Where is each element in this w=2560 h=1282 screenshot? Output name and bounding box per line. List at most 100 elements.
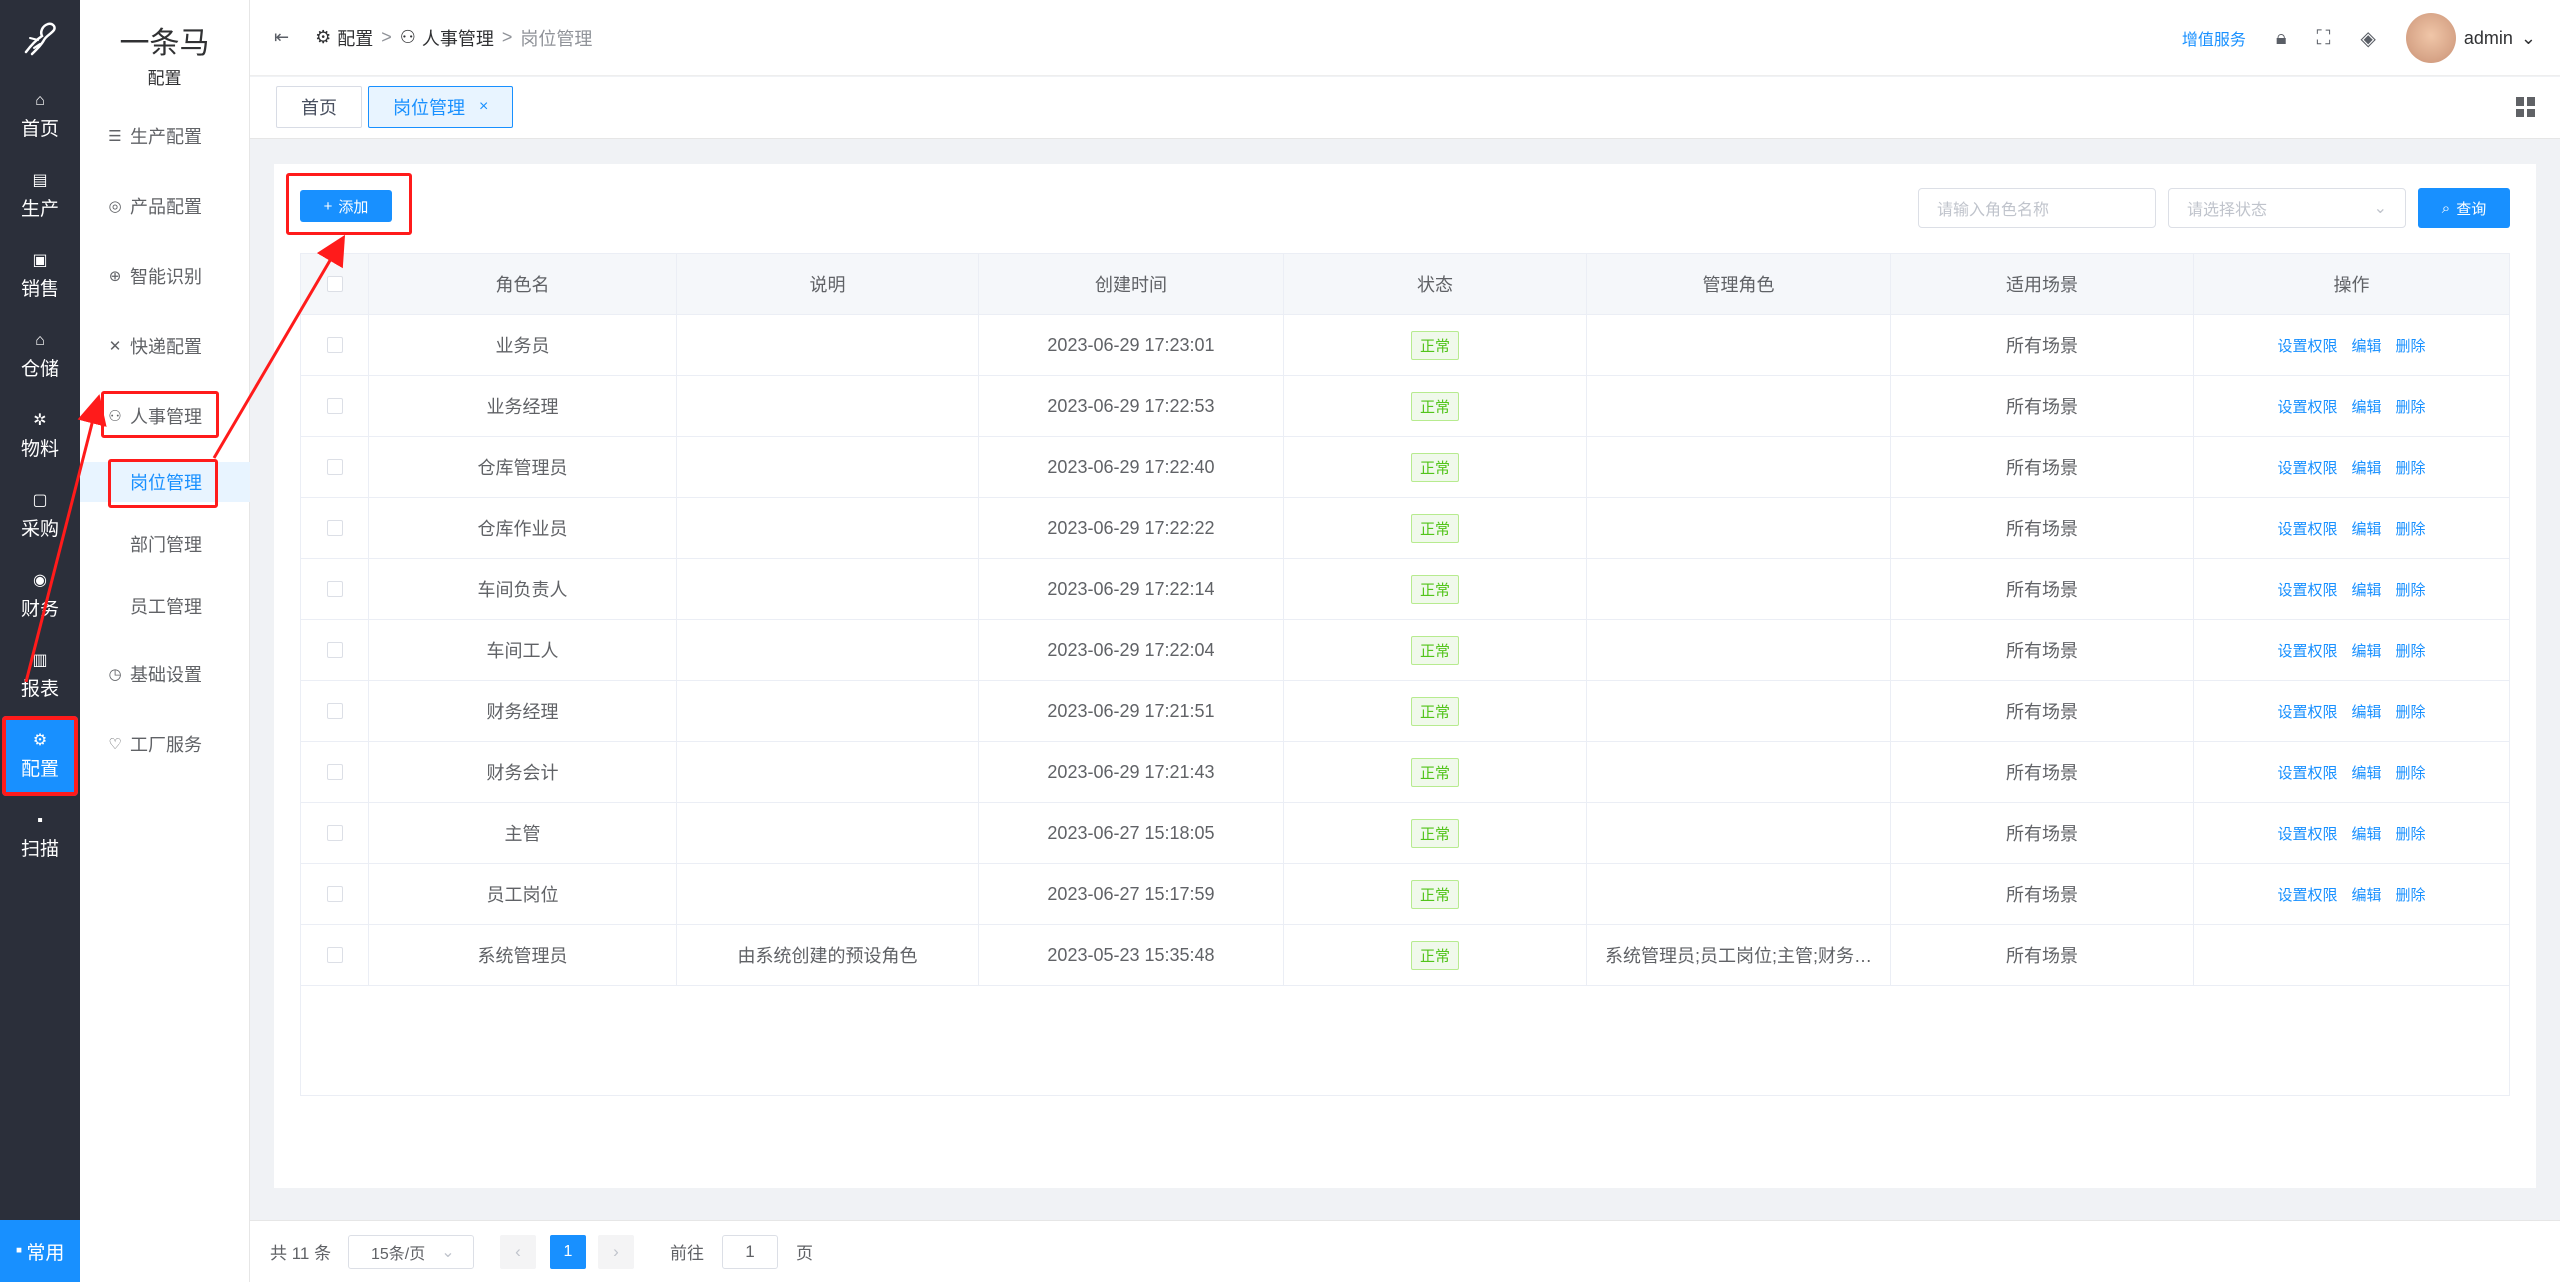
page-number-current[interactable]: 1 — [550, 1234, 586, 1269]
prev-page-button[interactable]: ‹ — [500, 1234, 536, 1269]
delete-link[interactable]: 删除 — [2396, 518, 2426, 539]
role-name-input[interactable]: 请输入角色名称 — [1918, 188, 2156, 228]
add-button[interactable]: + 添加 — [300, 190, 392, 222]
table-row[interactable]: 业务经理 2023-06-29 17:22:53 正常 所有场景 设置权限 编辑 删除 — [301, 376, 2509, 437]
row-checkbox[interactable] — [326, 337, 343, 353]
menu-child-position[interactable]: 岗位管理 — [80, 462, 250, 502]
table-row[interactable]: 仓库管理员 2023-06-29 17:22:40 正常 所有场景 设置权限 编辑 删除 — [301, 437, 2509, 498]
edit-link[interactable]: 编辑 — [2351, 396, 2381, 417]
menu-item-product-config[interactable]: ◎ 产品配置 — [80, 186, 250, 226]
edit-link[interactable]: 编辑 — [2351, 457, 2381, 478]
row-checkbox[interactable] — [326, 581, 343, 597]
set-permission-link[interactable]: 设置权限 — [2277, 823, 2337, 844]
menu-item-basic-settings[interactable]: ◷ 基础设置 — [80, 654, 250, 694]
set-permission-link[interactable]: 设置权限 — [2277, 457, 2337, 478]
set-permission-link[interactable]: 设置权限 — [2277, 335, 2337, 356]
rail-item-finance[interactable]: ◉ 财务 — [0, 556, 80, 636]
table-row[interactable]: 主管 2023-06-27 15:18:05 正常 所有场景 设置权限 编辑 删除 — [301, 803, 2509, 864]
table-row[interactable]: 仓库作业员 2023-06-29 17:22:22 正常 所有场景 设置权限 编辑 删除 — [301, 498, 2509, 559]
value-added-service-link[interactable]: 增值服务 — [2182, 26, 2246, 50]
edit-link[interactable]: 编辑 — [2351, 640, 2381, 661]
row-checkbox[interactable] — [326, 947, 343, 963]
set-permission-link[interactable]: 设置权限 — [2277, 518, 2337, 539]
rail-item-scan[interactable]: ▪ 扫描 — [0, 796, 80, 876]
delete-link[interactable]: 删除 — [2396, 396, 2426, 417]
set-permission-link[interactable]: 设置权限 — [2277, 640, 2337, 661]
edit-link[interactable]: 编辑 — [2351, 884, 2381, 905]
row-checkbox[interactable] — [326, 459, 343, 475]
cell-status: 正常 — [1284, 803, 1587, 863]
app-logo[interactable] — [0, 0, 80, 76]
rail-item-purchase[interactable]: ▢ 采购 — [0, 476, 80, 556]
menu-child-department[interactable]: 部门管理 — [80, 524, 250, 564]
tab-home[interactable]: 首页 — [276, 86, 362, 128]
menu-item-express-config[interactable]: ✕ 快递配置 — [80, 326, 250, 366]
table-row[interactable]: 业务员 2023-06-29 17:23:01 正常 所有场景 设置权限 编辑 删除 — [301, 315, 2509, 376]
common-menu-button[interactable]: ▪ 常用 — [0, 1220, 80, 1282]
set-permission-link[interactable]: 设置权限 — [2277, 762, 2337, 783]
table-row[interactable]: 系统管理员 由系统创建的预设角色 2023-05-23 15:35:48 正常 系统管理… — [301, 925, 2509, 986]
delete-link[interactable]: 删除 — [2396, 335, 2426, 356]
breadcrumb-item[interactable]: 配置 — [337, 25, 373, 51]
edit-link[interactable]: 编辑 — [2351, 518, 2381, 539]
row-checkbox[interactable] — [326, 642, 343, 658]
rail-item-sales[interactable]: ▣ 销售 — [0, 236, 80, 316]
lock-icon[interactable]: 🔒︎ — [2276, 27, 2287, 50]
row-checkbox[interactable] — [326, 703, 343, 719]
row-checkbox[interactable] — [326, 520, 343, 536]
user-menu[interactable]: admin ⌄ — [2405, 13, 2536, 63]
goto-page-input[interactable]: 1 — [722, 1234, 778, 1269]
grid-icon[interactable] — [2516, 97, 2536, 117]
set-permission-link[interactable]: 设置权限 — [2277, 884, 2337, 905]
collapse-menu-icon[interactable]: ⇤ — [274, 27, 289, 48]
menu-item-hr[interactable]: ⚇ 人事管理 — [80, 396, 250, 436]
rail-item-report[interactable]: ▥ 报表 — [0, 636, 80, 716]
table-row[interactable]: 员工岗位 2023-06-27 15:17:59 正常 所有场景 设置权限 编辑 删除 — [301, 864, 2509, 925]
rail-item-home[interactable]: ⌂ 首页 — [0, 76, 80, 156]
fullscreen-icon[interactable]: ⛶ — [2316, 27, 2330, 50]
rail-item-settings[interactable]: ⚙ 配置 — [2, 716, 78, 796]
breadcrumb-item[interactable]: 人事管理 — [422, 25, 494, 51]
row-checkbox[interactable] — [326, 398, 343, 414]
cell-status: 正常 — [1284, 315, 1587, 375]
table-row[interactable]: 车间工人 2023-06-29 17:22:04 正常 所有场景 设置权限 编辑 删除 — [301, 620, 2509, 681]
row-checkbox[interactable] — [326, 764, 343, 780]
delete-link[interactable]: 删除 — [2396, 884, 2426, 905]
table-row[interactable]: 财务经理 2023-06-29 17:21:51 正常 所有场景 设置权限 编辑 删除 — [301, 681, 2509, 742]
delete-link[interactable]: 删除 — [2396, 701, 2426, 722]
select-all-checkbox[interactable] — [326, 276, 343, 292]
status-placeholder: 请选择状态 — [2187, 202, 2268, 219]
menu-child-employee[interactable]: 员工管理 — [80, 586, 250, 626]
set-permission-link[interactable]: 设置权限 — [2277, 396, 2337, 417]
table-row[interactable]: 车间负责人 2023-06-29 17:22:14 正常 所有场景 设置权限 编辑 删除 — [301, 559, 2509, 620]
edit-link[interactable]: 编辑 — [2351, 762, 2381, 783]
status-select[interactable]: 请选择状态 ⌄ — [2168, 188, 2406, 228]
delete-link[interactable]: 删除 — [2396, 823, 2426, 844]
theme-icon[interactable]: ◈ — [2360, 26, 2375, 51]
delete-link[interactable]: 删除 — [2396, 457, 2426, 478]
page-size-select[interactable]: 15条/页 ⌄ — [348, 1234, 474, 1269]
query-button[interactable]: ⌕ 查询 — [2418, 188, 2510, 228]
rail-item-warehouse[interactable]: ⌂ 仓储 — [0, 316, 80, 396]
rail-item-production[interactable]: ▤ 生产 — [0, 156, 80, 236]
edit-link[interactable]: 编辑 — [2351, 823, 2381, 844]
rail-item-material[interactable]: ✲ 物料 — [0, 396, 80, 476]
tab-position-management[interactable]: 岗位管理 × — [368, 86, 514, 128]
delete-link[interactable]: 删除 — [2396, 640, 2426, 661]
edit-link[interactable]: 编辑 — [2351, 335, 2381, 356]
next-page-button[interactable]: › — [598, 1234, 634, 1269]
delete-link[interactable]: 删除 — [2396, 762, 2426, 783]
set-permission-link[interactable]: 设置权限 — [2277, 701, 2337, 722]
row-checkbox[interactable] — [326, 825, 343, 841]
menu-item-smart-recognition[interactable]: ⊕ 智能识别 — [80, 256, 250, 296]
edit-link[interactable]: 编辑 — [2351, 579, 2381, 600]
edit-link[interactable]: 编辑 — [2351, 701, 2381, 722]
production-icon: ▤ — [32, 171, 48, 189]
delete-link[interactable]: 删除 — [2396, 579, 2426, 600]
close-icon[interactable]: × — [479, 98, 488, 116]
menu-item-factory-service[interactable]: ♡ 工厂服务 — [80, 724, 250, 764]
set-permission-link[interactable]: 设置权限 — [2277, 579, 2337, 600]
row-checkbox[interactable] — [326, 886, 343, 902]
table-row[interactable]: 财务会计 2023-06-29 17:21:43 正常 所有场景 设置权限 编辑 删除 — [301, 742, 2509, 803]
menu-item-production-config[interactable]: ☰ 生产配置 — [80, 116, 250, 156]
